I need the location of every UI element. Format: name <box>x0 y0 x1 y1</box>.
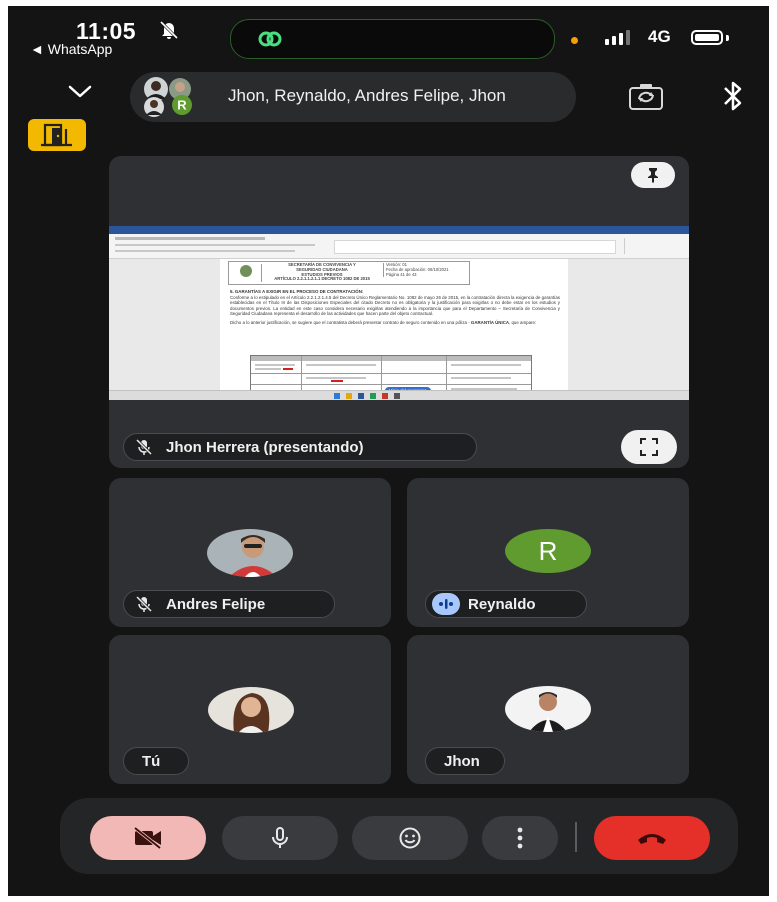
doc-paragraph-2: Dicho a lo anterior justificación, se su… <box>230 320 537 326</box>
participant-name: Reynaldo <box>468 595 536 613</box>
minimize-chevron-icon[interactable] <box>66 82 94 102</box>
department-logo <box>231 264 262 282</box>
presenter-name: Jhon Herrera (presentando) <box>166 438 364 456</box>
back-to-whatsapp-link[interactable]: ◄ WhatsApp <box>30 41 112 57</box>
self-tile[interactable]: Tú <box>109 635 391 784</box>
mic-off-icon <box>130 436 158 458</box>
self-avatar <box>208 687 294 733</box>
call-screen: 11:05 ◄ WhatsApp 4G R Jhon, Reynaldo, An… <box>8 6 769 896</box>
participant-name: Jhon <box>444 752 480 770</box>
document-page: SECRETARÍA DE CONVIVENCIA Y SEGURIDAD CI… <box>220 259 568 397</box>
emoji-icon <box>399 827 421 849</box>
avatar-initial: R <box>177 98 187 113</box>
camera-toggle-button[interactable] <box>90 816 206 860</box>
pin-button[interactable] <box>631 162 675 188</box>
mic-toggle-button[interactable] <box>222 816 338 860</box>
signal-icon <box>605 29 630 45</box>
taskbar <box>109 390 689 400</box>
mic-in-use-indicator <box>571 37 578 44</box>
fullscreen-icon <box>640 438 658 456</box>
battery-icon <box>691 30 723 45</box>
switch-camera-icon[interactable] <box>628 82 664 112</box>
participants-bar[interactable]: R Jhon, Reynaldo, Andres Felipe, Jhon <box>130 72 576 122</box>
word-ribbon <box>109 234 689 259</box>
call-end-icon <box>638 834 666 844</box>
participant-name: Andres Felipe <box>166 595 266 613</box>
doc-section-title: 5. GARANTÍAS A EXIGIR EN EL PROCESO DE C… <box>230 289 364 294</box>
self-name-pill: Tú <box>123 747 189 775</box>
control-divider <box>575 822 577 852</box>
leave-room-icon[interactable] <box>28 119 86 151</box>
andres-name-pill: Andres Felipe <box>123 590 335 618</box>
battery-tip <box>726 35 729 41</box>
network-type: 4G <box>648 27 671 46</box>
end-call-button[interactable] <box>594 816 710 860</box>
presentation-tile[interactable]: SECRETARÍA DE CONVIVENCIA Y SEGURIDAD CI… <box>109 156 689 468</box>
dynamic-island[interactable] <box>230 19 555 59</box>
doc-header-4: ARTÍCULO 2.2.1.1.2.1.1 DECRETO 1082 DE 2… <box>274 276 370 282</box>
jhon-avatar <box>505 686 591 732</box>
fullscreen-button[interactable] <box>621 430 677 464</box>
participant-avatars: R <box>140 75 198 119</box>
call-link-icon <box>257 28 282 50</box>
call-controls <box>60 798 738 874</box>
participant-tile-jhon[interactable]: Jhon <box>407 635 689 784</box>
reynaldo-name-pill: Reynaldo <box>425 590 587 618</box>
doc-page-number: Página 41 de 43 <box>386 271 417 277</box>
pin-icon <box>648 168 658 183</box>
silent-bell-icon <box>158 20 180 45</box>
more-options-button[interactable] <box>482 816 558 860</box>
andres-avatar <box>207 529 293 577</box>
doc-paragraph-1: Conforme a lo estipulado en el Artículo … <box>230 295 560 316</box>
jhon-name-pill: Jhon <box>425 747 505 775</box>
video-off-icon <box>133 827 162 849</box>
participant-tile-reynaldo[interactable]: R Reynaldo <box>407 478 689 627</box>
participant-tile-andres[interactable]: Andres Felipe <box>109 478 391 627</box>
participant-names: Jhon, Reynaldo, Andres Felipe, Jhon <box>228 86 506 105</box>
reactions-button[interactable] <box>352 816 468 860</box>
shared-screen: SECRETARÍA DE CONVIVENCIA Y SEGURIDAD CI… <box>109 226 689 400</box>
more-vert-icon <box>517 827 523 849</box>
presenter-name-pill: Jhon Herrera (presentando) <box>123 433 477 461</box>
participant-name: Tú <box>142 752 161 770</box>
word-titlebar <box>109 226 689 234</box>
reynaldo-avatar: R <box>505 529 591 573</box>
mic-icon <box>272 827 288 848</box>
bluetooth-icon[interactable] <box>720 78 746 114</box>
mic-off-icon <box>130 593 158 615</box>
speaking-indicator-icon <box>432 593 460 615</box>
